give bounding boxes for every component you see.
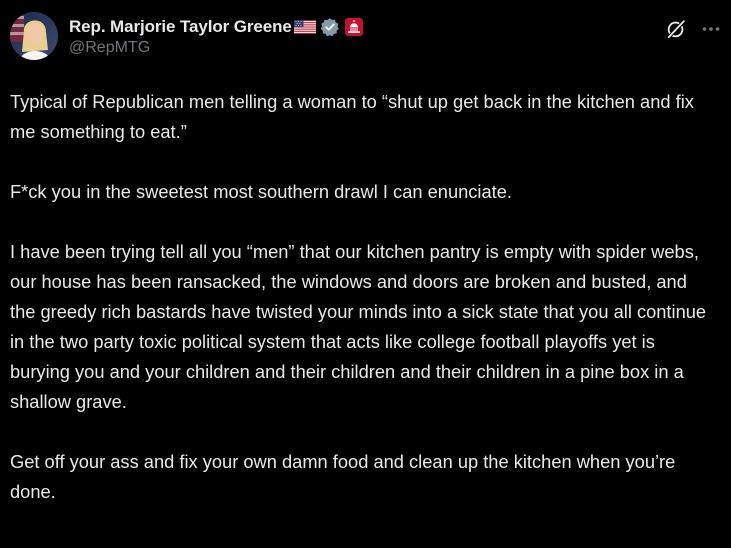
us-flag-icon: [293, 20, 316, 34]
tweet-paragraph: F*ck you in the sweetest most southern d…: [10, 181, 512, 202]
grok-icon[interactable]: [665, 18, 687, 40]
tweet-text: Typical of Republican men telling a woma…: [10, 87, 715, 537]
tweet-paragraph: I have been trying tell all you “men” th…: [10, 241, 707, 412]
display-name[interactable]: Rep. Marjorie Taylor Greene: [69, 17, 292, 37]
us-capitol-badge-icon[interactable]: [344, 17, 364, 37]
name-line: Rep. Marjorie Taylor Greene: [69, 16, 364, 38]
tweet: Rep. Marjorie Taylor Greene @RepMTG Typi…: [0, 0, 731, 548]
tweet-header: Rep. Marjorie Taylor Greene @RepMTG: [10, 12, 721, 68]
author-handle[interactable]: @RepMTG: [69, 39, 364, 57]
tweet-top-actions: [665, 18, 721, 40]
government-verified-badge-icon[interactable]: [320, 17, 340, 37]
tweet-paragraph: Typical of Republican men telling a woma…: [10, 91, 694, 142]
avatar[interactable]: [10, 12, 58, 60]
more-options-icon[interactable]: [701, 19, 721, 39]
tweet-paragraph: Get off your ass and fix your own damn f…: [10, 451, 676, 502]
avatar-image: [10, 12, 58, 60]
author-info: Rep. Marjorie Taylor Greene @RepMTG: [69, 16, 364, 64]
